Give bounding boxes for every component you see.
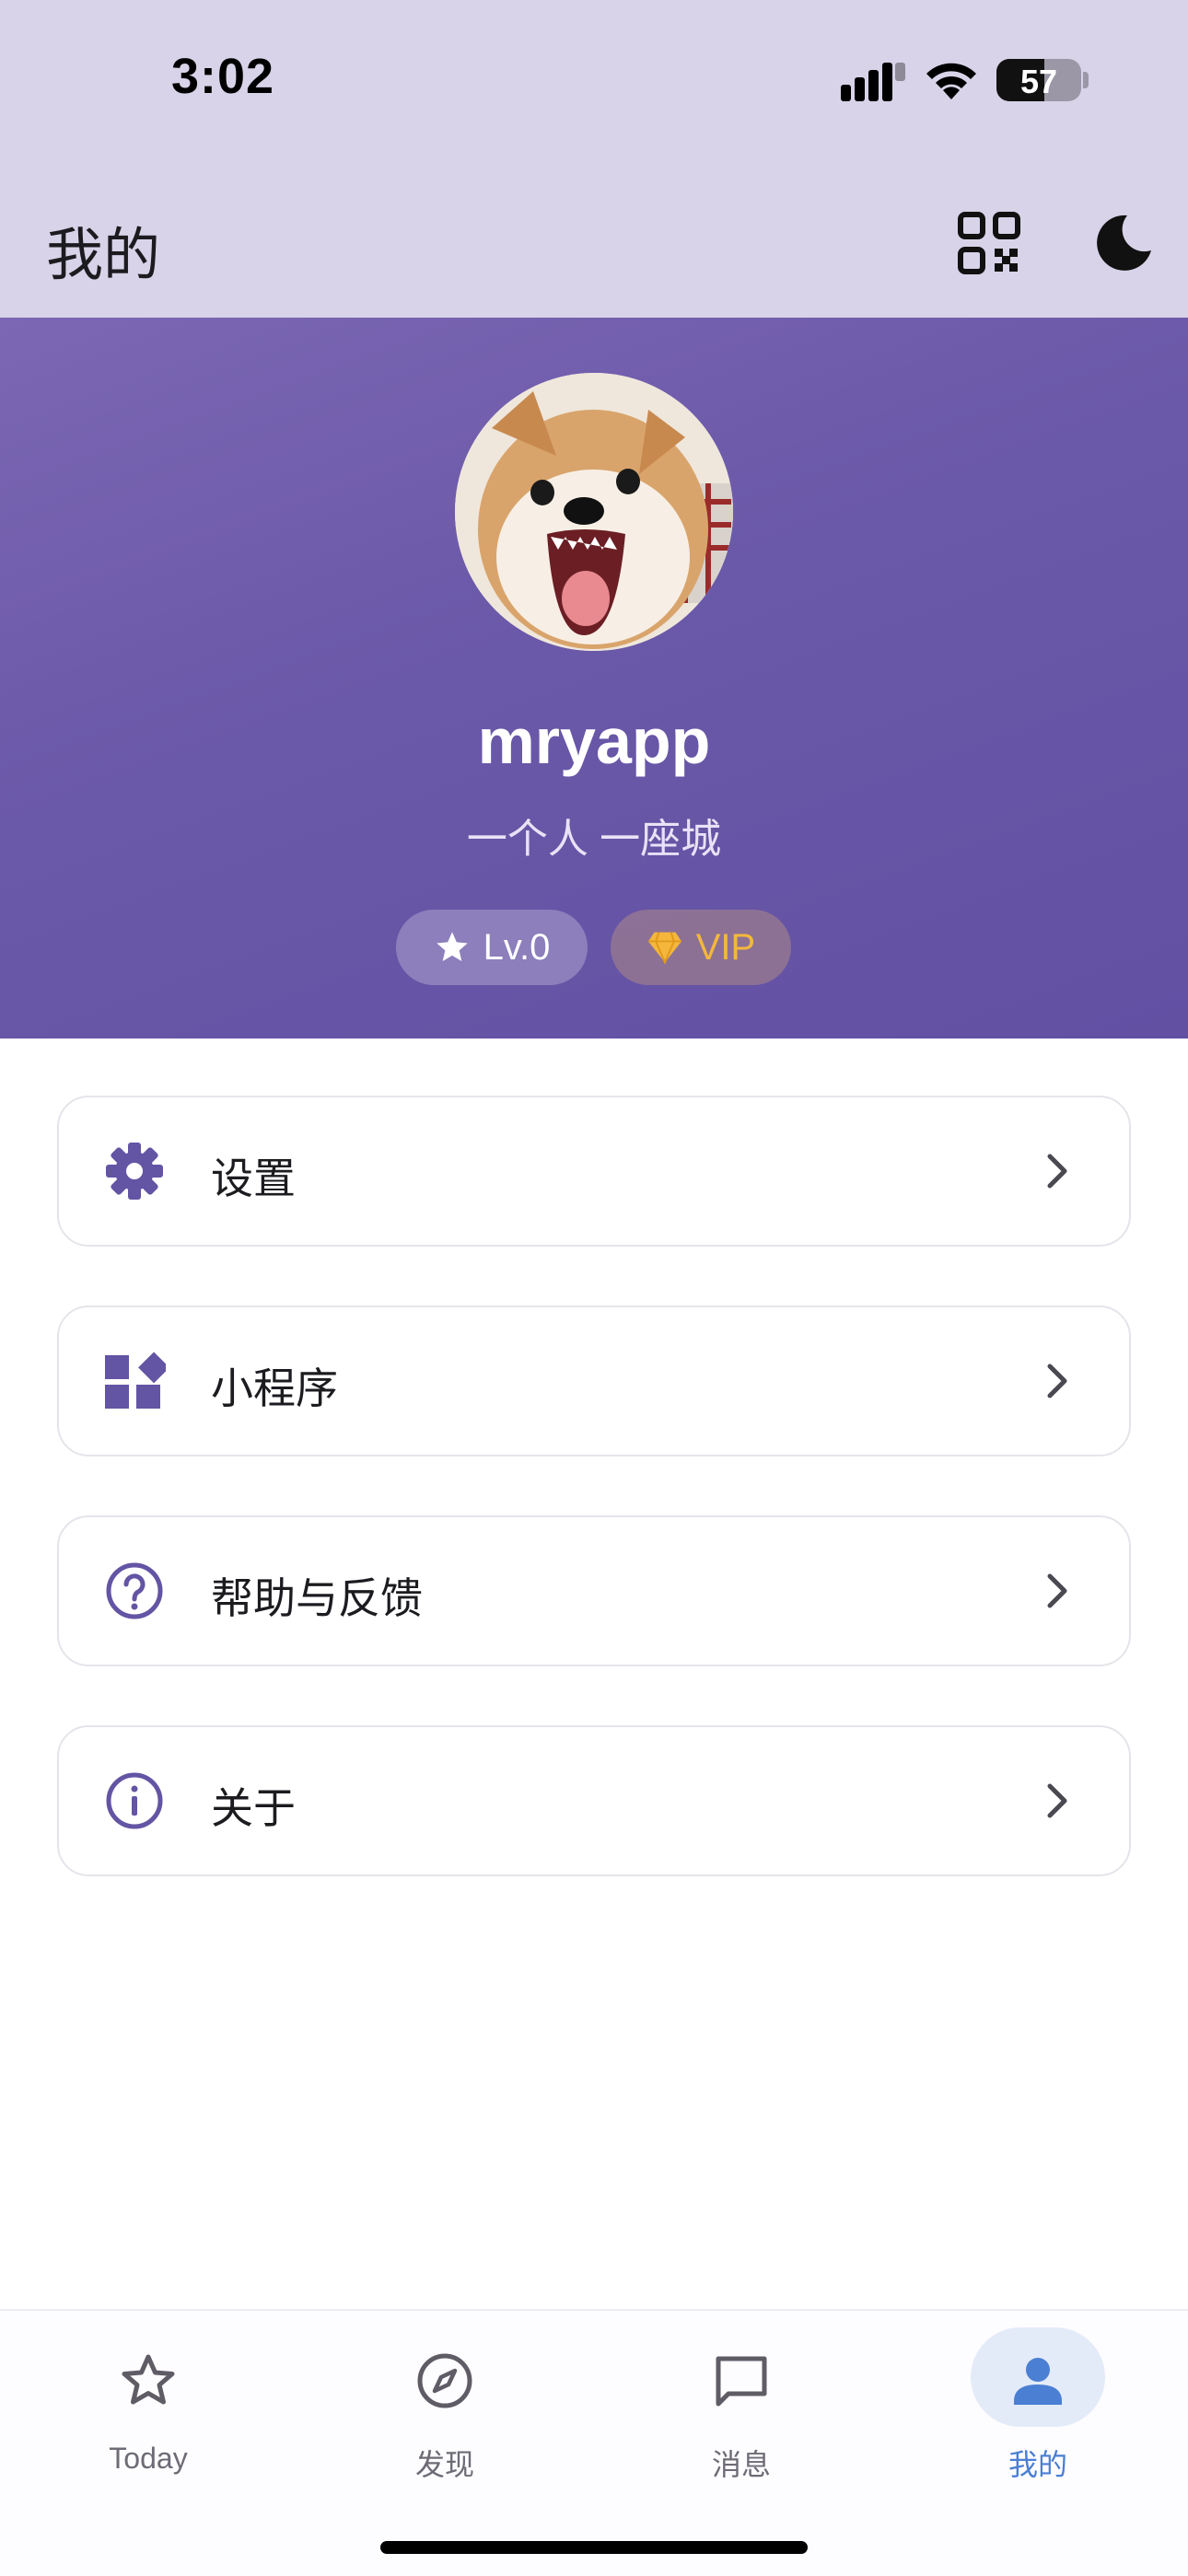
app-bar: 我的 [0,175,1188,318]
menu-item-mini-programs[interactable]: 小程序 [57,1305,1131,1456]
compass-icon [417,2353,472,2408]
nav-tab-messages[interactable]: 消息 [593,2311,890,2495]
widgets-icon [105,1352,166,1409]
qr-code-icon[interactable] [958,212,1020,274]
nav-tab-mine[interactable]: 我的 [890,2311,1186,2495]
level-badge[interactable]: Lv.0 [396,910,588,985]
moon-icon[interactable] [1090,210,1157,276]
person-icon [1014,2358,1062,2405]
star-icon [122,2354,175,2405]
menu-item-label: 设置 [211,1155,296,1202]
star-icon [437,932,468,961]
level-badge-label: Lv.0 [483,926,551,968]
status-time: 3:02 [171,49,275,104]
nav-tab-label: 我的 [1007,2448,1067,2481]
vip-badge[interactable]: VIP [611,910,791,985]
menu-item-about[interactable]: 关于 [57,1725,1131,1876]
user-bio: 一个人 一座城 [466,817,722,862]
wifi-icon [926,63,976,99]
battery-icon: 57 [996,59,1081,101]
nav-tab-label: 消息 [711,2448,771,2481]
dog-avatar-image [455,373,733,651]
profile-header: mryapp 一个人 一座城 Lv.0 VIP [0,318,1188,1039]
battery-percent: 57 [1019,63,1058,100]
chevron-right-icon [1047,1363,1067,1398]
message-icon [716,2356,767,2407]
settings-gear-icon [106,1143,163,1200]
vip-badge-label: VIP [695,926,756,968]
page-title: 我的 [46,224,161,287]
chevron-right-icon [1047,1783,1067,1818]
menu-item-settings[interactable]: 设置 [57,1096,1131,1247]
nav-tab-today[interactable]: Today [0,2311,297,2495]
menu-item-label: 关于 [211,1784,296,1832]
info-circle-icon [106,1772,163,1829]
help-circle-icon [106,1562,163,1619]
status-bar: 3:02 57 [0,0,1188,175]
diamond-icon [647,932,681,964]
chevron-right-icon [1047,1573,1067,1608]
nav-tab-label: 发现 [414,2448,474,2481]
username: mryapp [477,705,711,777]
menu-item-label: 小程序 [211,1364,338,1412]
battery-tip [1083,72,1089,88]
chevron-right-icon [1047,1154,1067,1189]
cellular-signal-icon [841,63,905,101]
nav-tab-discover[interactable]: 发现 [297,2311,593,2495]
nav-tab-label: Today [109,2442,188,2475]
menu-item-label: 帮助与反馈 [211,1574,423,1622]
avatar[interactable] [455,373,733,651]
bottom-navigation: Today 发现 消息 我的 [0,2309,1188,2576]
menu-item-help-feedback[interactable]: 帮助与反馈 [57,1515,1131,1666]
home-indicator[interactable] [380,2541,808,2554]
